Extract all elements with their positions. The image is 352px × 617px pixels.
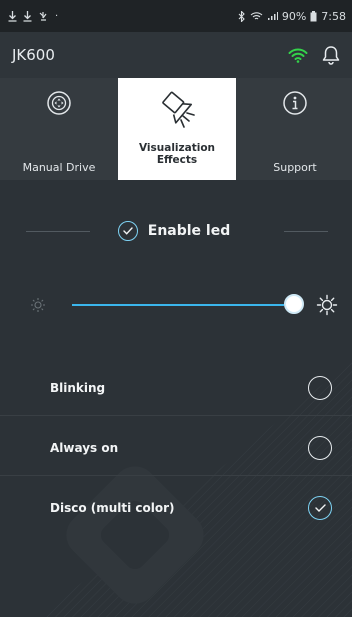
tab-manual-drive[interactable]: Manual Drive [0, 78, 118, 180]
signal-icon [267, 12, 278, 20]
gamepad-icon [47, 91, 71, 115]
mode-radio[interactable] [308, 435, 332, 460]
mode-label: Always on [50, 440, 119, 455]
check-icon [314, 504, 326, 512]
tab-bar: Manual Drive Visualization Effects Suppo… [0, 78, 352, 180]
brightness-slider[interactable] [0, 290, 352, 320]
brightness-low-icon [31, 298, 45, 312]
clock: 7:58 [321, 9, 346, 23]
battery-icon [310, 10, 317, 21]
notification-icon [39, 11, 47, 21]
wifi-status-icon [250, 12, 263, 20]
info-icon [283, 91, 307, 115]
dot-icon: · [55, 10, 60, 22]
tab-label: Support [273, 161, 317, 174]
bluetooth-icon [238, 10, 245, 22]
spotlight-icon [162, 91, 195, 128]
divider-right [284, 231, 328, 232]
enable-led-label: Enable led [147, 223, 235, 239]
mode-radio-selected[interactable] [308, 496, 332, 520]
tab-label: Manual Drive [22, 161, 96, 174]
tab-support[interactable]: Support [236, 78, 352, 180]
slider-track[interactable] [72, 304, 284, 306]
icon-wrap [152, 86, 202, 130]
check-icon [123, 227, 133, 235]
mode-label: Blinking [50, 380, 106, 395]
divider-left [26, 231, 90, 232]
slider-thumb[interactable] [284, 294, 304, 314]
status-bar: · 90% 7:58 [0, 0, 352, 32]
icon-wrap [282, 84, 308, 122]
download-icon [8, 10, 17, 22]
brightness-high-icon [316, 294, 338, 316]
app-title: JK600 [12, 46, 55, 64]
enable-led-checkbox[interactable] [117, 221, 138, 241]
app-bar: JK600 [0, 32, 352, 78]
mode-label: Disco (multi color) [50, 501, 175, 515]
wifi-connection-icon[interactable] [288, 47, 308, 63]
download-icon [23, 10, 32, 22]
mode-option-always-on[interactable]: Always on [0, 420, 352, 476]
battery-percent: 90% [281, 9, 307, 23]
mode-radio[interactable] [308, 375, 332, 400]
status-left-icons: · [8, 10, 60, 22]
status-right: 90% 7:58 [238, 10, 346, 23]
mode-option-disco[interactable]: Disco (multi color) [0, 480, 352, 536]
bell-icon[interactable] [322, 45, 340, 65]
visualization-content: Enable led Blinking Always on Disco (mul… [0, 180, 352, 617]
icon-wrap [46, 84, 72, 122]
tab-label: Visualization Effects [138, 142, 216, 166]
enable-led-row[interactable]: Enable led [0, 214, 352, 248]
app-actions [288, 45, 340, 65]
tab-visualization-effects[interactable]: Visualization Effects [118, 78, 236, 180]
mode-option-blinking[interactable]: Blinking [0, 360, 352, 416]
